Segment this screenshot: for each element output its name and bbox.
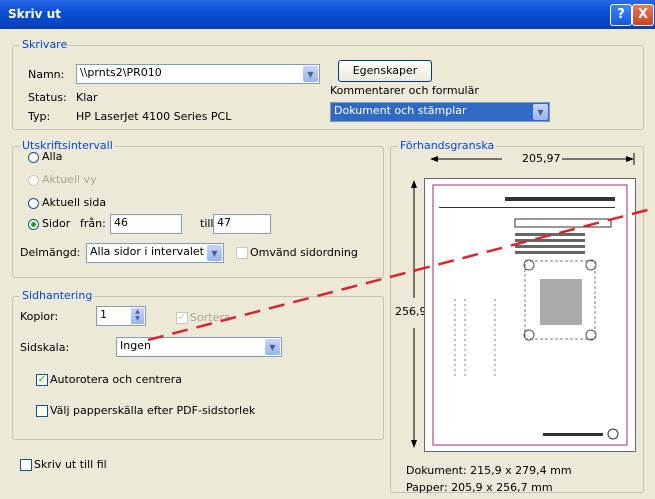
comments-label: Kommentarer och formulär [330, 84, 479, 97]
document-size-label: Dokument: 215,9 x 279,4 mm [406, 464, 572, 477]
chevron-down-icon[interactable]: ▼ [207, 245, 222, 261]
close-button[interactable]: X [632, 4, 654, 26]
type-label: Typ: [28, 110, 51, 123]
radio-all-label: Alla [42, 150, 63, 163]
print-to-file-checkbox[interactable] [20, 459, 32, 471]
range-legend: Utskriftsintervall [20, 139, 115, 152]
printer-name-select[interactable]: \\prnts2\PR010 ▼ [76, 64, 320, 84]
properties-button[interactable]: Egenskaper [338, 60, 432, 82]
copies-value: 1 [100, 308, 107, 321]
subset-label: Delmängd: [20, 246, 81, 259]
type-value: HP LaserJet 4100 Series PCL [76, 110, 232, 123]
radio-current-view [28, 175, 39, 186]
collate-label: Sortera [190, 311, 231, 324]
status-value: Klar [76, 91, 98, 104]
printer-name-value: \\prnts2\PR010 [80, 66, 162, 79]
radio-current-page-label: Aktuell sida [42, 196, 107, 209]
autorotate-checkbox[interactable]: ✓ [36, 374, 48, 386]
stepper-arrows-icon[interactable]: ▲ ▼ [131, 308, 144, 324]
comments-value: Dokument och stämplar [334, 104, 467, 117]
subset-value: Alla sidor i intervalet [90, 245, 204, 258]
radio-current-page[interactable] [28, 198, 39, 209]
radio-current-view-label: Aktuell vy [42, 173, 97, 186]
help-button[interactable]: ? [610, 4, 632, 26]
preview-page-content [432, 184, 628, 446]
radio-all[interactable] [28, 152, 39, 163]
print-to-file-label: Skriv ut till fil [34, 458, 107, 471]
choose-source-checkbox[interactable] [36, 405, 48, 417]
copies-stepper[interactable]: 1 ▲ ▼ [96, 306, 146, 326]
radio-pages-label: Sidor [42, 217, 71, 230]
autorotate-label: Autorotera och centrera [50, 373, 183, 386]
chevron-down-icon[interactable]: ▼ [303, 66, 318, 82]
preview-width-label: 205,97 [522, 152, 561, 165]
collate-checkbox: ✓ [176, 312, 188, 324]
preview-page [424, 178, 636, 452]
chevron-down-icon[interactable]: ▼ [265, 339, 280, 355]
from-label: från: [80, 217, 106, 230]
copies-label: Kopior: [20, 310, 59, 323]
from-input[interactable]: 46 [110, 214, 182, 234]
handling-legend: Sidhantering [20, 289, 95, 302]
choose-source-label: Välj papperskälla efter PDF-sidstorlek [50, 404, 256, 417]
paper-size-label: Papper: 205,9 x 256,7 mm [406, 481, 553, 494]
to-input[interactable]: 47 [213, 214, 271, 234]
preview-legend: Förhandsgranska [398, 139, 497, 152]
title-bar [0, 0, 655, 29]
reverse-label: Omvänd sidordning [250, 246, 358, 259]
comments-select[interactable]: Dokument och stämplar ▼ [330, 102, 550, 122]
window-title: Skriv ut [8, 7, 61, 21]
status-label: Status: [28, 91, 67, 104]
printer-name-label: Namn: [28, 68, 65, 81]
scaling-select[interactable]: Ingen ▼ [116, 337, 282, 357]
printer-legend: Skrivare [20, 38, 70, 51]
scaling-value: Ingen [120, 339, 151, 352]
chevron-down-icon[interactable]: ▼ [533, 104, 548, 120]
scaling-label: Sidskala: [20, 341, 70, 354]
reverse-checkbox [236, 247, 248, 259]
radio-pages[interactable] [28, 219, 39, 230]
subset-select[interactable]: Alla sidor i intervalet ▼ [86, 243, 224, 263]
